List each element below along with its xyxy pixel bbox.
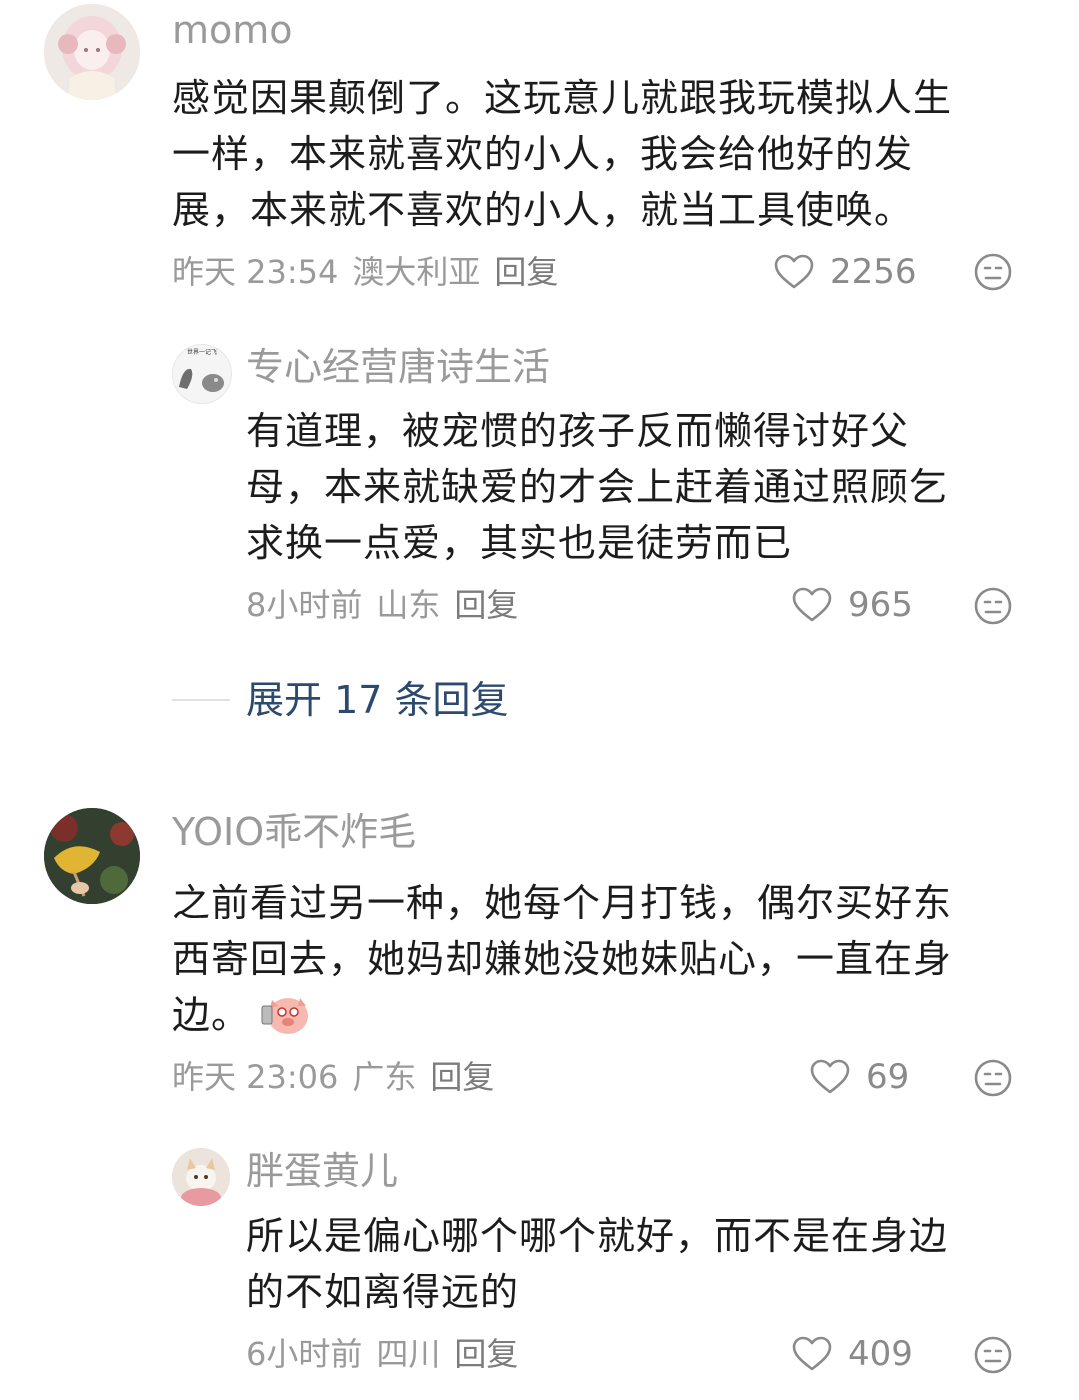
avatar-reply-user[interactable]: 世界一记飞 [172,344,232,404]
meh-face-icon [974,1336,1012,1374]
comment-text: 之前看过另一种，她每个月打钱，偶尔买好东 西寄回去，她妈却嫌她没她妹贴心，一直在… [172,875,952,1043]
heart-outline-icon [774,254,814,289]
reply-text-line: 所以是偏心哪个哪个就好，而不是在身边 [246,1214,949,1258]
reply-text: 有道理，被宠惯的孩子反而懒得讨好父 母，本来就缺爱的才会上赶着通过照顾乞 求换一… [246,403,948,571]
comment-username[interactable]: momo [172,6,293,54]
dislike-button[interactable] [974,253,1012,295]
reply-text-line: 求换一点爱，其实也是徒劳而已 [246,521,793,565]
like-count: 2256 [830,252,917,292]
reply-text-line: 母，本来就缺爱的才会上赶着通过照顾乞 [246,465,949,509]
expand-divider [172,699,230,701]
avatar-caption: 世界一记飞 [187,348,217,356]
reply-time: 6小时前 [246,1335,363,1373]
reply-location: 四川 [376,1335,441,1373]
like-count: 409 [848,1334,913,1374]
dislike-button[interactable] [974,1336,1012,1378]
comment-text-line: 边。 [172,987,952,1043]
comment-text-line: 一样，本来就喜欢的小人，我会给他好的发 [172,132,914,176]
reply-button[interactable]: 回复 [454,1335,518,1373]
comment-text-line: 感觉因果颠倒了。这玩意儿就跟我玩模拟人生 [172,76,953,120]
comment-location: 澳大利亚 [352,253,481,291]
reply-button[interactable]: 回复 [430,1058,494,1096]
like-button[interactable]: 2256 [774,252,917,292]
pig-face-sticker [261,998,309,1034]
dislike-button[interactable] [974,587,1012,629]
comment-text-line: 之前看过另一种，她每个月打钱，偶尔买好东 [172,881,953,925]
like-count: 965 [848,585,913,625]
heart-outline-icon [792,1336,832,1371]
comment-time: 昨天 23:54 [172,253,339,291]
reply-location: 山东 [376,586,441,624]
dislike-button[interactable] [974,1059,1012,1101]
comment-meta: 昨天 23:06 广东 回复 [172,1057,508,1097]
comment-time: 昨天 23:06 [172,1058,339,1096]
comment-text-line: 展，本来就不喜欢的小人，就当工具使唤。 [172,188,914,232]
reply-username[interactable]: 胖蛋黄儿 [246,1147,398,1195]
like-button[interactable]: 69 [810,1057,909,1097]
comment-text-line: 西寄回去，她妈却嫌她没她妹贴心，一直在身 [172,937,953,981]
expand-replies-button[interactable]: 展开 17 条回复 [246,676,509,724]
reply-username[interactable]: 专心经营唐诗生活 [246,343,550,391]
comment-location: 广东 [352,1058,417,1096]
heart-outline-icon [792,587,832,622]
heart-outline-icon [810,1059,850,1094]
meh-face-icon [974,587,1012,625]
like-button[interactable]: 409 [792,1334,913,1374]
reply-time: 8小时前 [246,586,363,624]
reply-text-line: 有道理，被宠惯的孩子反而懒得讨好父 [246,409,910,453]
comment-username[interactable]: YOIO乖不炸毛 [172,808,416,856]
avatar-reply-user[interactable] [172,1148,230,1206]
reply-text-line: 的不如离得远的 [246,1270,520,1314]
reply-text: 所以是偏心哪个哪个就好，而不是在身边 的不如离得远的 [246,1208,948,1320]
meh-face-icon [974,253,1012,291]
like-button[interactable]: 965 [792,585,913,625]
meh-face-icon [974,1059,1012,1097]
avatar-momo[interactable] [44,4,140,100]
reply-meta: 8小时前 山东 回复 [246,585,532,625]
like-count: 69 [866,1057,910,1097]
reply-meta: 6小时前 四川 回复 [246,1334,532,1374]
avatar-yoio[interactable] [44,808,140,904]
reply-button[interactable]: 回复 [454,586,518,624]
comment-meta: 昨天 23:54 澳大利亚 回复 [172,252,572,292]
reply-button[interactable]: 回复 [494,253,558,291]
comment-text: 感觉因果颠倒了。这玩意儿就跟我玩模拟人生 一样，本来就喜欢的小人，我会给他好的发… [172,70,952,238]
comment-text-tail: 边。 [172,993,251,1037]
